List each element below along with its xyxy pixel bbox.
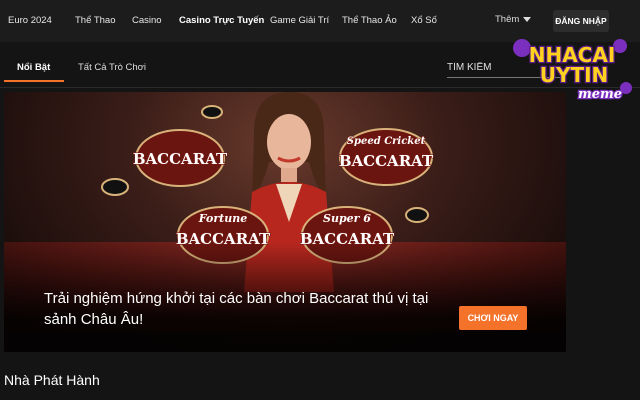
more-menu[interactable]: Thêm bbox=[495, 14, 532, 25]
nav-item-xo-so[interactable]: Xổ Số bbox=[411, 15, 437, 26]
casino-chip-icon bbox=[405, 207, 429, 223]
super-6-badge-subtitle: Super 6 bbox=[323, 212, 371, 225]
active-tab-indicator bbox=[4, 80, 64, 82]
baccarat-badge-title: BACCARAT bbox=[133, 150, 228, 168]
logo-line-2: UYTIN bbox=[540, 63, 609, 87]
fortune-badge-subtitle: Fortune bbox=[198, 212, 247, 225]
nav-item-game-giai-tri[interactable]: Game Giải Trí bbox=[270, 15, 329, 26]
tab-noi-bat[interactable]: Nổi Bật bbox=[17, 62, 50, 73]
casino-chip-icon bbox=[101, 178, 129, 196]
banner-headline: Trải nghiệm hứng khởi tại các bàn chơi B… bbox=[44, 290, 429, 328]
nav-item-the-thao-ao[interactable]: Thể Thao Ảo bbox=[342, 15, 397, 26]
chevron-down-icon bbox=[523, 17, 532, 22]
speed-cricket-badge-title: BACCARAT bbox=[339, 152, 434, 170]
logo-line-3: meme bbox=[578, 87, 622, 102]
promo-banner[interactable]: BACCARAT Speed Cricket BACCARAT Fortune … bbox=[4, 92, 566, 352]
nav-item-the-thao[interactable]: Thể Thao bbox=[75, 15, 116, 26]
nav-item-casino[interactable]: Casino bbox=[132, 15, 162, 26]
baccarat-badge: BACCARAT bbox=[132, 129, 228, 187]
login-button[interactable]: ĐĂNG NHẬP bbox=[553, 10, 609, 32]
tab-tat-ca-tro-choi[interactable]: Tất Cả Trò Chơi bbox=[78, 62, 146, 73]
more-label: Thêm bbox=[495, 14, 520, 25]
nav-item-casino-truc-tuyen[interactable]: Casino Trực Tuyến bbox=[179, 15, 264, 26]
nav-item-euro-2024[interactable]: Euro 2024 bbox=[8, 15, 52, 26]
section-title-providers: Nhà Phát Hành bbox=[4, 372, 100, 388]
casino-chip-icon bbox=[201, 105, 223, 119]
play-now-button[interactable]: CHƠI NGAY bbox=[459, 306, 527, 330]
speed-cricket-baccarat-badge: Speed Cricket BACCARAT bbox=[338, 128, 435, 186]
speed-cricket-badge-subtitle: Speed Cricket bbox=[347, 136, 426, 147]
